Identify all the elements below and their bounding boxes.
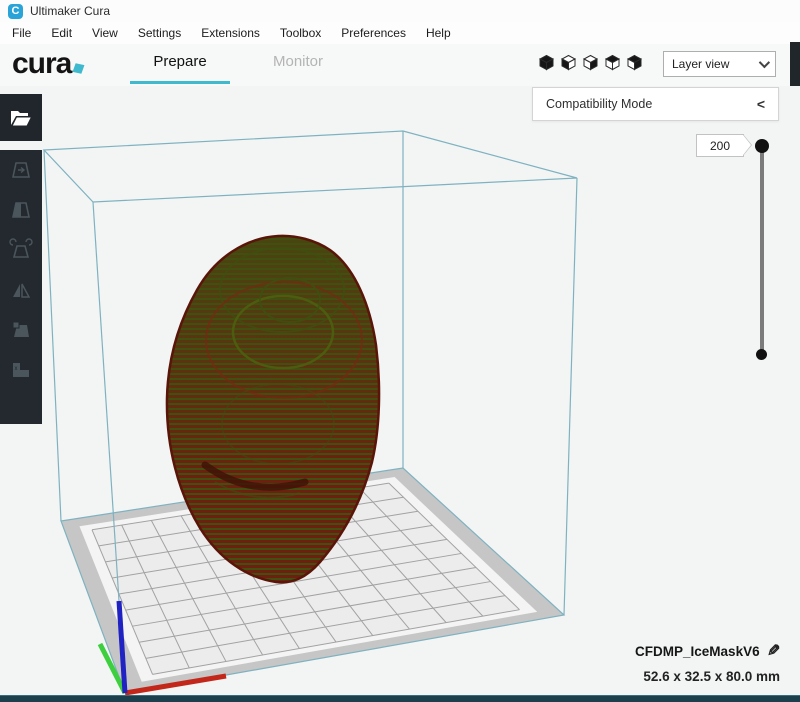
layer-slider-handle[interactable] bbox=[755, 139, 769, 153]
tool-move-button[interactable] bbox=[8, 158, 34, 182]
chevron-down-icon bbox=[758, 56, 771, 69]
view-mode-dropdown-value: Layer view bbox=[672, 57, 730, 71]
menu-item-extensions[interactable]: Extensions bbox=[191, 23, 270, 43]
left-view-icon[interactable] bbox=[604, 54, 621, 71]
window-title: Ultimaker Cura bbox=[30, 4, 111, 18]
layer-slider-bottom-stop[interactable] bbox=[756, 349, 767, 360]
open-file-button[interactable] bbox=[0, 94, 42, 141]
menu-item-file[interactable]: File bbox=[2, 23, 41, 43]
model-info: CFDMP_IceMaskV6 ✎ 52.6 x 32.5 x 80.0 mm bbox=[635, 641, 780, 684]
chevron-left-icon: < bbox=[756, 96, 765, 112]
3d-view-icon[interactable] bbox=[538, 54, 555, 71]
tool-per-model-settings-icon bbox=[12, 321, 29, 337]
cura-logo: cura bbox=[12, 47, 85, 81]
tool-scale-icon bbox=[12, 202, 30, 218]
right-view-icon[interactable] bbox=[626, 54, 643, 71]
svg-text:x: x bbox=[15, 366, 18, 372]
menu-bar: File Edit View Settings Extensions Toolb… bbox=[0, 22, 800, 44]
tab-monitor[interactable]: Monitor bbox=[248, 53, 348, 70]
title-bar: C Ultimaker Cura bbox=[0, 0, 800, 22]
menu-item-help[interactable]: Help bbox=[416, 23, 461, 43]
tool-scale-button[interactable] bbox=[8, 198, 34, 222]
menu-item-toolbox[interactable]: Toolbox bbox=[270, 23, 331, 43]
front-view-icon[interactable] bbox=[560, 54, 577, 71]
layer-slider-track[interactable] bbox=[760, 146, 764, 356]
tool-panel: x bbox=[0, 150, 42, 424]
tool-move-icon bbox=[12, 162, 30, 178]
menu-item-settings[interactable]: Settings bbox=[128, 23, 191, 43]
tool-mesh-type-button[interactable]: x bbox=[8, 358, 34, 382]
open-folder-icon bbox=[11, 110, 33, 126]
tool-mirror-icon bbox=[13, 283, 31, 298]
tool-mirror-button[interactable] bbox=[8, 278, 34, 302]
menu-item-edit[interactable]: Edit bbox=[41, 23, 82, 43]
tab-prepare[interactable]: Prepare bbox=[130, 53, 230, 70]
model-dimensions-label: 52.6 x 32.5 x 80.0 mm bbox=[643, 669, 780, 684]
tool-rotate-icon bbox=[9, 238, 33, 258]
logo-dot-icon bbox=[72, 63, 85, 74]
top-view-icon[interactable] bbox=[582, 54, 599, 71]
active-tab-underline bbox=[130, 81, 230, 84]
tool-rotate-button[interactable] bbox=[8, 238, 34, 262]
tool-mesh-type-icon: x bbox=[13, 363, 29, 377]
view-mode-toolbar bbox=[538, 54, 643, 71]
tool-per-model-settings-button[interactable] bbox=[8, 318, 34, 342]
model-name-label: CFDMP_IceMaskV6 bbox=[635, 643, 760, 659]
layer-slider-value[interactable]: 200 bbox=[696, 134, 752, 157]
compatibility-mode-label: Compatibility Mode bbox=[546, 97, 653, 111]
app-icon: C bbox=[8, 3, 23, 19]
edit-name-pencil-icon[interactable]: ✎ bbox=[767, 641, 780, 661]
menu-item-view[interactable]: View bbox=[82, 23, 128, 43]
menu-item-preferences[interactable]: Preferences bbox=[331, 23, 416, 43]
collapsed-settings-strip bbox=[790, 42, 800, 86]
compatibility-mode-panel[interactable]: Compatibility Mode < bbox=[532, 87, 779, 121]
view-mode-dropdown[interactable]: Layer view bbox=[663, 51, 776, 77]
window-bottom-edge bbox=[0, 695, 800, 702]
